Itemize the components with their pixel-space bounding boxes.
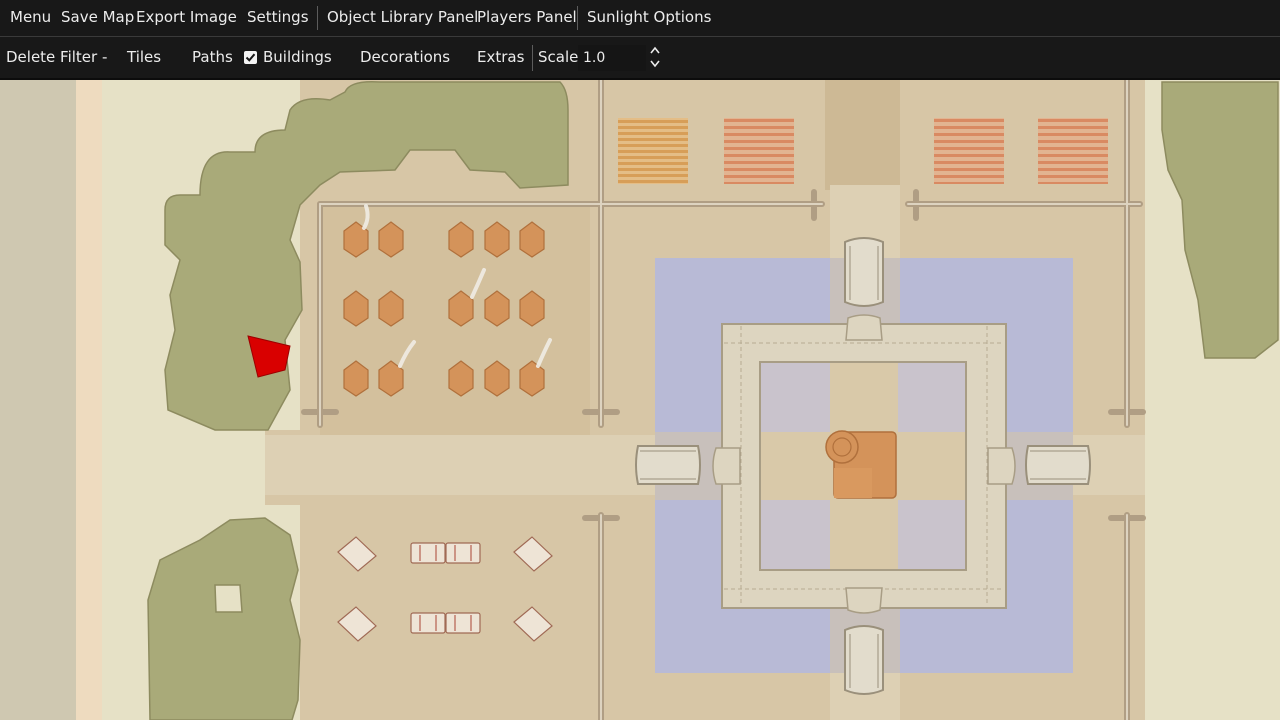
save-map-button[interactable]: Save Map [61, 8, 134, 26]
filter-divider [532, 45, 533, 71]
sunlight-options-button[interactable]: Sunlight Options [587, 8, 711, 26]
crop-field [934, 118, 1004, 184]
gate-tower-west [635, 445, 701, 485]
players-panel-button[interactable]: Players Panel [477, 8, 577, 26]
buildings-checkbox[interactable] [244, 51, 257, 64]
road-strip [0, 80, 76, 720]
gate-tower-east [1025, 445, 1091, 485]
filter-decorations[interactable]: Decorations [360, 48, 450, 66]
scale-label: Scale [538, 48, 579, 66]
filter-paths[interactable]: Paths [192, 48, 233, 66]
scale-input[interactable] [578, 45, 646, 71]
filter-buildings[interactable]: Buildings [263, 48, 332, 66]
menu-bar: Menu Save Map Export Image Settings Obje… [0, 0, 1280, 37]
crop-field [724, 118, 794, 184]
map-canvas[interactable] [0, 80, 1280, 720]
scale-up-icon[interactable] [649, 45, 661, 56]
menu-divider [317, 6, 318, 30]
gate-tower-north [844, 237, 884, 307]
delete-filter-label: Delete Filter - [6, 48, 108, 66]
object-library-panel-button[interactable]: Object Library Panel [327, 8, 478, 26]
gate-tower-south [844, 625, 884, 695]
checkmark-icon [245, 53, 256, 62]
menu-button[interactable]: Menu [10, 8, 51, 26]
ground-patch [825, 80, 900, 190]
settings-button[interactable]: Settings [247, 8, 309, 26]
sand-strip [76, 80, 102, 720]
menu-divider [577, 6, 578, 30]
castle-keep [825, 430, 897, 499]
filter-extras[interactable]: Extras [477, 48, 524, 66]
crop-field [618, 118, 688, 184]
export-image-button[interactable]: Export Image [136, 8, 237, 26]
crop-field [1038, 118, 1108, 184]
scale-down-icon[interactable] [649, 58, 661, 69]
filter-tiles[interactable]: Tiles [127, 48, 161, 66]
